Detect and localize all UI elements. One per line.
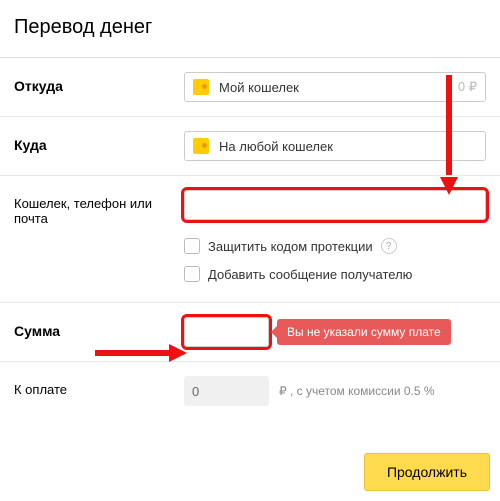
option-rows: Защитить кодом протекции ? Добавить сооб… [0,230,500,303]
help-icon[interactable]: ? [381,238,397,254]
page-title: Перевод денег [0,0,500,58]
row-to: Куда На любой кошелек [0,117,500,176]
topay-value: 0 [184,376,269,406]
row-topay: К оплате 0 ₽ , с учетом комиссии 0.5 % [0,362,500,420]
wallet-icon [193,79,209,95]
message-option: Добавить сообщение получателю [14,260,486,288]
message-checkbox[interactable] [184,266,200,282]
label-sum: Сумма [14,317,184,339]
protect-label: Защитить кодом протекции [208,239,373,254]
label-from: Откуда [14,72,184,94]
sum-error: Вы не указали сумму плате [277,319,451,345]
from-balance: 0 ₽ [458,79,477,95]
row-sum: Сумма Вы не указали сумму плате [0,303,500,362]
label-to: Куда [14,131,184,153]
recipient-input[interactable] [184,190,486,220]
protect-option: Защитить кодом протекции ? [14,232,486,260]
from-wallet-text: Мой кошелек [219,80,458,95]
protect-checkbox[interactable] [184,238,200,254]
to-select[interactable]: На любой кошелек [184,131,486,161]
row-recipient: Кошелек, телефон или почта [0,176,500,230]
message-label: Добавить сообщение получателю [208,267,412,282]
topay-hint: ₽ , с учетом комиссии 0.5 % [279,384,435,398]
to-wallet-text: На любой кошелек [219,139,477,154]
row-from: Откуда Мой кошелек 0 ₽ [0,58,500,117]
from-select[interactable]: Мой кошелек 0 ₽ [184,72,486,102]
sum-input[interactable] [184,317,269,347]
label-recipient: Кошелек, телефон или почта [14,190,184,226]
label-topay: К оплате [14,376,184,397]
continue-button[interactable]: Продолжить [364,453,490,491]
wallet-icon [193,138,209,154]
